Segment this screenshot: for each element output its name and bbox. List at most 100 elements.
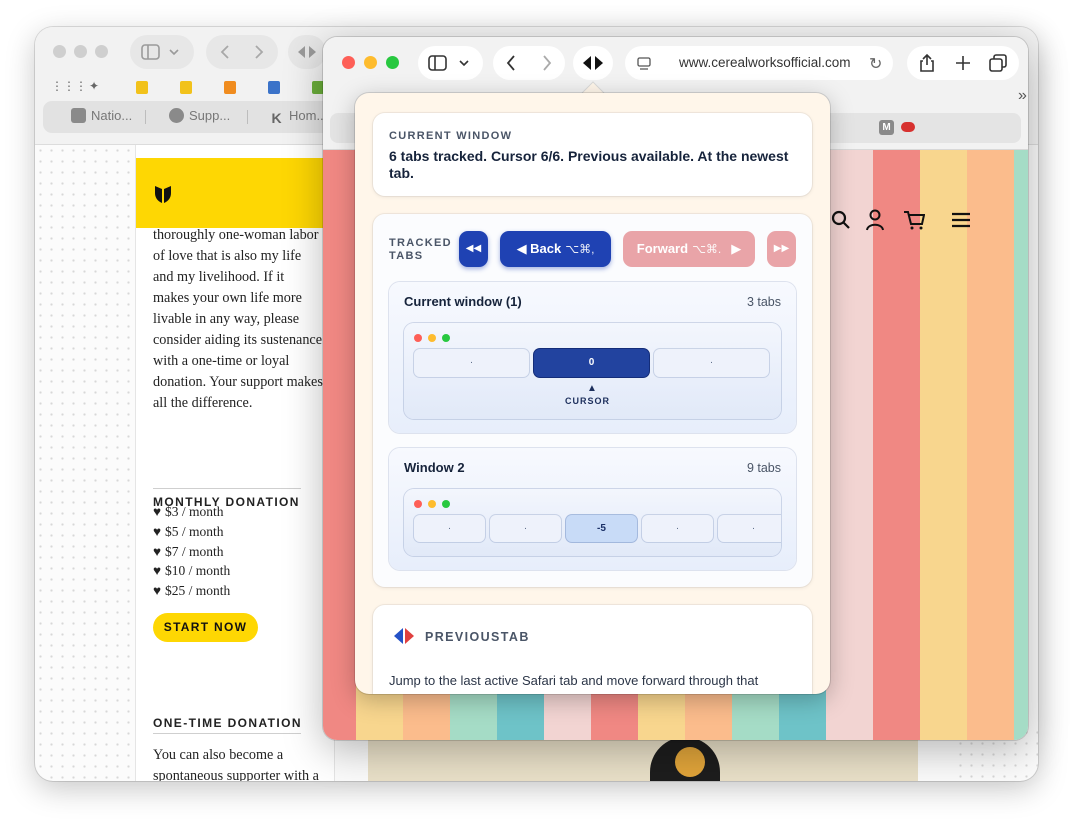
play-icon: ▶: [731, 241, 742, 256]
tab-support[interactable]: Supp...: [169, 108, 230, 126]
monthly-option[interactable]: ♥ $10 / month: [153, 561, 230, 581]
tab-chip[interactable]: ·: [718, 515, 781, 542]
window-tab-count: 3 tabs: [746, 295, 781, 309]
current-window-caption: CURRENT WINDOW: [389, 130, 513, 142]
previoustab-logo-icon: [394, 628, 414, 644]
stripe: [323, 150, 356, 740]
heart-icon: ♥: [153, 543, 162, 559]
traffic-light: [428, 334, 436, 342]
close-button[interactable]: [342, 56, 355, 69]
new-tab-icon[interactable]: [955, 55, 971, 71]
last-tab-button[interactable]: ▶▶: [767, 231, 796, 267]
minimize-button[interactable]: [364, 56, 377, 69]
monthly-options-list: ♥ $3 / month ♥ $5 / month ♥ $7 / month ♥ $10…: [153, 502, 230, 601]
tab-separator: [145, 110, 146, 124]
chevron-left-right-icon: [220, 45, 264, 59]
cursor-label: CURSOR: [565, 396, 611, 406]
cart-icon[interactable]: [903, 210, 925, 230]
tab-chip[interactable]: ·: [490, 515, 561, 542]
current-window-card: CURRENT WINDOW 6 tabs tracked. Cursor 6/…: [373, 113, 812, 196]
share-icon[interactable]: [918, 53, 936, 73]
back-shortcut: ⌥⌘,: [565, 242, 595, 256]
monthly-option[interactable]: ♥ $7 / month: [153, 542, 230, 562]
fast-forward-icon: ▶▶: [773, 243, 790, 254]
bird-illustration-detail: [675, 747, 705, 777]
traffic-light: [442, 334, 450, 342]
heart-icon: ♥: [153, 563, 162, 579]
tab-chip[interactable]: ·: [414, 515, 485, 542]
reader-icon: [637, 57, 651, 70]
bookmark-icon[interactable]: [136, 81, 148, 94]
stripe: [826, 150, 873, 740]
back-button[interactable]: ◀ Back ⌥⌘,: [500, 231, 611, 267]
status-text: 6 tabs tracked. Cursor 6/6. Previous ava…: [389, 148, 789, 181]
site-logo-banner[interactable]: [136, 158, 336, 228]
bookmark-icon[interactable]: [268, 81, 280, 94]
window-title: Window 2: [404, 460, 465, 475]
donation-sidebar: thoroughly one-woman labor of love that …: [135, 145, 336, 781]
back-forward-buttons[interactable]: [493, 46, 565, 80]
tab-home[interactable]: K Hom...: [269, 108, 327, 126]
zoom-button[interactable]: [95, 45, 108, 58]
reload-icon[interactable]: ↻: [869, 54, 882, 74]
window-preview: · · -5 · ·: [404, 489, 781, 556]
tab-m-icon[interactable]: M: [879, 120, 894, 135]
previoustab-popover: CURRENT WINDOW 6 tabs tracked. Cursor 6/…: [355, 93, 830, 694]
start-now-button[interactable]: START NOW: [153, 613, 258, 642]
tracked-tabs-caption: TRACKED TABS: [389, 237, 452, 262]
address-bar[interactable]: www.cerealworksofficial.com ↻: [625, 46, 893, 80]
tab-national[interactable]: Natio...: [71, 108, 132, 126]
sidebar-icon: [141, 44, 179, 60]
search-icon[interactable]: [831, 210, 851, 230]
close-button[interactable]: [53, 45, 66, 58]
tab-chip[interactable]: ·: [654, 349, 769, 377]
k-icon: K: [271, 110, 282, 126]
window-group[interactable]: Current window (1) 3 tabs · 0 · ▲ CURSOR: [389, 282, 796, 433]
about-card: PREVIOUSTAB Jump to the last active Safa…: [373, 605, 812, 694]
sidebar-toggle-button[interactable]: [418, 46, 483, 80]
monthly-option[interactable]: ♥ $25 / month: [153, 581, 230, 601]
circle-icon: [169, 108, 184, 123]
previoustab-icon: [298, 46, 316, 58]
tab-chip-highlighted[interactable]: -5: [566, 515, 637, 542]
document-icon: [71, 108, 86, 123]
traffic-light: [414, 334, 422, 342]
site-logo-icon: [155, 186, 171, 203]
telescope-icon[interactable]: ✦: [89, 79, 99, 97]
tab-chip[interactable]: ·: [414, 349, 529, 377]
traffic-light: [414, 500, 422, 508]
rewind-icon: ◀◀: [465, 243, 482, 254]
tab-favicon[interactable]: [901, 122, 915, 132]
bookmark-icon[interactable]: [180, 81, 192, 94]
tab-overview-icon[interactable]: [989, 54, 1007, 72]
more-favorites-icon[interactable]: »: [1018, 87, 1027, 105]
donation-paragraph: thoroughly one-woman labor of love that …: [153, 227, 323, 411]
window-group[interactable]: Window 2 9 tabs · · -5 · ·: [389, 448, 796, 570]
minimize-button[interactable]: [74, 45, 87, 58]
tab-chip-active[interactable]: 0: [534, 349, 649, 377]
monthly-option[interactable]: ♥ $5 / month: [153, 522, 230, 542]
menu-icon[interactable]: [951, 212, 971, 228]
sidebar-icon: [428, 55, 469, 71]
monthly-option[interactable]: ♥ $3 / month: [153, 502, 230, 522]
grid-icon[interactable]: ⋮⋮⋮: [51, 79, 87, 97]
back-forward-buttons[interactable]: [206, 35, 278, 69]
window-tab-count: 9 tabs: [746, 461, 781, 475]
chevron-left-right-icon: [506, 55, 552, 71]
forward-button[interactable]: Forward ⌥⌘. ▶: [623, 231, 755, 267]
previoustab-extension-button[interactable]: [288, 35, 326, 69]
stripe: [967, 150, 1014, 740]
forward-shortcut: ⌥⌘.: [692, 242, 722, 256]
tab-separator: [247, 110, 248, 124]
traffic-light: [442, 500, 450, 508]
window-title: Current window (1): [404, 294, 522, 309]
bookmark-icon[interactable]: [224, 81, 236, 94]
sidebar-toggle-button[interactable]: [130, 35, 194, 69]
first-tab-button[interactable]: ◀◀: [459, 231, 488, 267]
window-preview: · 0 · ▲ CURSOR: [404, 323, 781, 419]
stripe: [1014, 150, 1028, 740]
previoustab-extension-button[interactable]: [573, 46, 613, 80]
account-icon[interactable]: [866, 209, 884, 231]
zoom-button[interactable]: [386, 56, 399, 69]
tab-chip[interactable]: ·: [642, 515, 713, 542]
